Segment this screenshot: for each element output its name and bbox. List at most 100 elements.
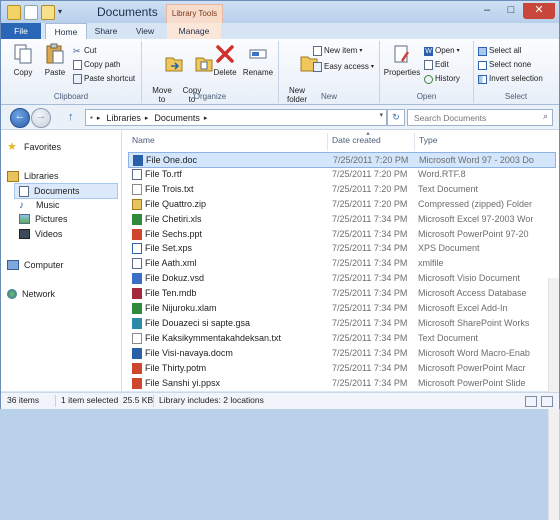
nav-music[interactable]: ♪ Music [19,198,60,212]
file-date: 7/25/2011 7:20 PM [332,183,408,194]
tab-home[interactable]: Home [45,23,87,39]
nav-libraries[interactable]: Libraries [7,169,59,183]
copy-path-button[interactable]: Copy path [73,59,120,71]
music-icon: ♪ [19,199,24,211]
paste-shortcut-button[interactable]: Paste shortcut [73,73,135,85]
chevron-down-icon: ▾ [359,48,363,54]
open-button[interactable]: W Open ▾ [424,45,460,57]
file-row[interactable]: File Sanshi yi.ppsx 7/25/2011 7:34 PM Micr… [128,376,554,390]
up-button[interactable]: ↑ [68,111,74,123]
word-icon [133,155,143,166]
search-input[interactable] [412,110,536,125]
file-type: Microsoft Visio Document [418,273,520,284]
details-view-icon[interactable] [525,396,537,407]
maximize-icon[interactable]: □ [499,3,523,19]
file-row[interactable]: File Sechs.ppt 7/25/2011 7:34 PM Microsoft… [128,227,554,241]
file-name: File Sechs.ppt [145,228,203,239]
properties-button[interactable]: Properties [382,43,422,77]
folder-icon[interactable] [7,5,21,20]
paste-button[interactable]: Paste [39,43,71,77]
nav-favorites[interactable]: ★ Favorites [7,140,61,154]
nav-network[interactable]: Network [7,287,55,301]
tab-manage[interactable]: Manage [167,23,221,39]
copy-button[interactable]: Copy [7,43,39,77]
file-date: 7/25/2011 7:34 PM [332,288,408,299]
cut-button[interactable]: ✂ Cut [73,45,96,57]
file-row[interactable]: File To.rtf 7/25/2011 7:20 PM Word.RTF.8 [128,167,554,181]
open-group: Properties W Open ▾ Edit History Open [380,41,474,103]
file-row[interactable]: File Dokuz.vsd 7/25/2011 7:34 PM Microsoft… [128,271,554,285]
file-row[interactable]: File Thirty.potm 7/25/2011 7:34 PM Microso… [128,361,554,375]
library-icon [7,170,19,182]
column-separator[interactable] [327,133,328,151]
file-row[interactable]: File Visi-navaya.docm 7/25/2011 7:34 PM Mi… [128,346,554,360]
large-icons-view-icon[interactable] [541,396,553,407]
nav-pictures[interactable]: Pictures [19,212,68,226]
close-icon[interactable]: ✕ [523,3,555,19]
breadcrumb-libraries[interactable]: Libraries [106,113,141,123]
file-row[interactable]: File Set.xps 7/25/2011 7:34 PM XPS Documen… [128,241,554,255]
explorer-window: ▾ Documents Library Tools – □ ✕ File Hom… [0,0,560,520]
easy-access-button[interactable]: Easy access ▾ [313,61,374,73]
window-buttons: – □ ✕ [475,3,555,19]
ribbon-tabs: File Home Share View Manage [1,23,559,39]
breadcrumb-separator-icon: ▸ [96,114,101,122]
new-item-button[interactable]: New item ▾ [313,45,362,57]
invert-selection-button[interactable]: Invert selection [478,73,543,85]
search-icon[interactable]: ⌕ [543,111,548,122]
back-button[interactable]: ← [10,108,30,128]
clipboard-group: Copy Paste ✂ Cut Copy path Paste shortcu… [1,41,142,103]
select-none-button[interactable]: Select none [478,59,531,71]
file-row[interactable]: File Quattro.zip 7/25/2011 7:20 PM Compres… [128,197,554,211]
file-row[interactable]: File Kaksikymmentakahdeksan.txt 7/25/2011… [128,331,554,345]
address-bar[interactable]: ▪ ▸ Libraries ▸ Documents ▸ ▾ [85,109,387,126]
new-group-label: New [320,92,337,101]
file-row[interactable]: File Nijuroku.xlam 7/25/2011 7:34 PM Micro… [128,301,554,315]
rename-button[interactable]: Rename [242,43,274,77]
column-header-name[interactable]: Name [132,135,155,149]
search-box[interactable]: ⌕ [407,109,553,126]
file-row[interactable]: File Chetiri.xls 7/25/2011 7:34 PM Microso… [128,212,554,226]
delete-button[interactable]: Delete [209,43,241,77]
address-dropdown-icon[interactable]: ▾ [379,111,383,119]
arrow-up-icon: ↑ [68,111,74,123]
nav-computer[interactable]: Computer [7,258,64,272]
tab-file[interactable]: File [1,23,41,39]
column-separator[interactable] [414,133,415,151]
file-name: File Dokuz.vsd [145,273,205,284]
edit-button[interactable]: Edit [424,59,449,71]
file-name: File Douazeci si sapte.gsa [145,317,251,328]
breadcrumb-documents[interactable]: Documents [154,113,200,123]
select-all-button[interactable]: Select all [478,45,521,57]
refresh-button[interactable]: ↻ [387,109,405,126]
file-date: 7/25/2011 7:34 PM [332,303,408,313]
file-row[interactable]: File Ten.mdb 7/25/2011 7:34 PM Microsoft A… [128,286,554,300]
sort-arrow-icon: ▲ [365,131,371,137]
nav-videos[interactable]: Videos [19,227,62,241]
powerpoint-icon [132,362,142,374]
minimize-icon[interactable]: – [475,3,499,19]
xps-icon [132,243,142,255]
file-name: File Thirty.potm [145,362,207,373]
forward-button[interactable]: → [31,108,51,128]
file-row[interactable]: File Douazeci si sapte.gsa 7/25/2011 7:34… [128,316,554,330]
new-folder-icon[interactable] [41,5,55,20]
tab-view[interactable]: View [127,23,163,39]
file-row[interactable]: File Trois.txt 7/25/2011 7:20 PM Text Docu… [128,182,554,196]
file-row[interactable]: File One.doc 7/25/2011 7:20 PM Microsoft W… [128,152,556,168]
file-date: 7/25/2011 7:20 PM [332,198,408,209]
organize-group: Move to Copy to Delete Rename Organize [142,41,279,104]
properties-icon[interactable] [24,5,38,20]
file-name: File Chetiri.xls [145,213,202,224]
column-header-type[interactable]: Type [419,135,437,149]
tab-share[interactable]: Share [89,23,123,39]
history-button[interactable]: History [424,73,460,85]
file-type: Compressed (zipped) Folder [418,198,533,209]
column-header-date[interactable]: Date created [332,135,381,149]
file-name: File One.doc [146,155,198,165]
file-row[interactable]: File Aath.xml 7/25/2011 7:34 PM xmlfile [128,256,554,270]
file-type: XPS Document [418,243,480,254]
text-icon [132,183,142,195]
qat-dropdown-icon[interactable]: ▾ [58,5,66,18]
nav-documents[interactable]: Documents [14,183,118,199]
